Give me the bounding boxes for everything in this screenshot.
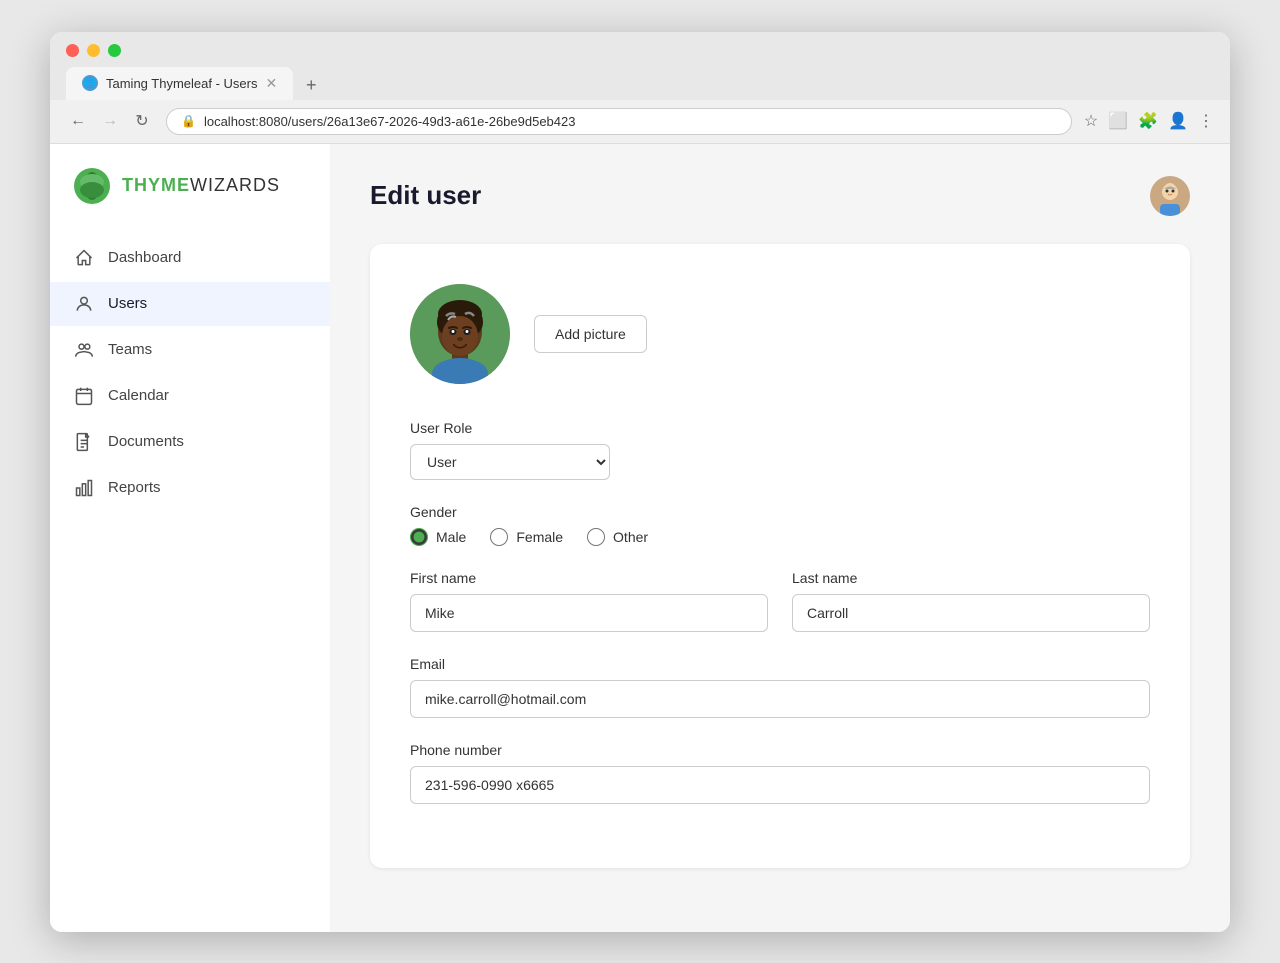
gender-label: Gender: [410, 504, 1150, 520]
new-tab-button[interactable]: +: [297, 72, 325, 100]
tab-favicon: 🌐: [82, 75, 98, 91]
user-avatar: [410, 284, 510, 384]
gender-other-label[interactable]: Other: [587, 528, 648, 546]
cast-icon[interactable]: ⬜: [1108, 111, 1128, 131]
name-row: First name Last name: [410, 570, 1150, 632]
last-name-group: Last name: [792, 570, 1150, 632]
address-bar: ← → ↻ 🔒 localhost:8080/users/26a13e67-20…: [50, 100, 1230, 144]
email-input[interactable]: [410, 680, 1150, 718]
logo-icon: [74, 168, 110, 204]
active-tab[interactable]: 🌐 Taming Thymeleaf - Users ✕: [66, 67, 293, 100]
browser-actions: ☆ ⬜ 🧩 👤 ⋮: [1084, 111, 1214, 131]
minimize-button[interactable]: [87, 44, 100, 57]
calendar-icon: [74, 386, 94, 406]
gender-other-radio[interactable]: [587, 528, 605, 546]
header-user-avatar[interactable]: [1150, 176, 1190, 216]
url-bar[interactable]: 🔒 localhost:8080/users/26a13e67-2026-49d…: [166, 108, 1072, 135]
sidebar-item-dashboard[interactable]: Dashboard: [50, 236, 330, 280]
gender-female-text: Female: [516, 529, 563, 545]
tab-bar: 🌐 Taming Thymeleaf - Users ✕ +: [66, 67, 1214, 100]
sidebar-item-calendar[interactable]: Calendar: [50, 374, 330, 418]
nav-buttons: ← → ↻: [66, 111, 154, 131]
logo-area: THYME WIZARDS: [50, 168, 330, 236]
add-picture-button[interactable]: Add picture: [534, 315, 647, 353]
gender-female-radio[interactable]: [490, 528, 508, 546]
gender-group: Gender Male Female Other: [410, 504, 1150, 546]
phone-group: Phone number: [410, 742, 1150, 804]
logo-text: THYME WIZARDS: [122, 175, 280, 196]
user-role-label: User Role: [410, 420, 1150, 436]
traffic-lights: [66, 44, 1214, 57]
gender-other-text: Other: [613, 529, 648, 545]
menu-icon[interactable]: ⋮: [1198, 111, 1214, 131]
email-label: Email: [410, 656, 1150, 672]
first-name-label: First name: [410, 570, 768, 586]
gender-male-text: Male: [436, 529, 466, 545]
close-button[interactable]: [66, 44, 79, 57]
main-content: Edit user: [330, 144, 1230, 932]
sidebar-label-calendar: Calendar: [108, 387, 169, 404]
gender-male-label[interactable]: Male: [410, 528, 466, 546]
forward-button[interactable]: →: [98, 112, 122, 130]
person-icon: [74, 294, 94, 314]
sidebar-item-reports[interactable]: Reports: [50, 466, 330, 510]
file-icon: [74, 432, 94, 452]
email-group: Email: [410, 656, 1150, 718]
user-role-group: User Role User Admin Manager: [410, 420, 1150, 480]
people-icon: [74, 340, 94, 360]
tab-close-icon[interactable]: ✕: [265, 75, 277, 92]
gender-female-label[interactable]: Female: [490, 528, 563, 546]
app-container: THYME WIZARDS Dashboard: [50, 144, 1230, 932]
url-text: localhost:8080/users/26a13e67-2026-49d3-…: [204, 114, 576, 129]
sidebar-item-documents[interactable]: Documents: [50, 420, 330, 464]
user-role-select[interactable]: User Admin Manager: [410, 444, 610, 480]
house-icon: [74, 248, 94, 268]
page-title: Edit user: [370, 180, 481, 211]
sidebar-item-users[interactable]: Users: [50, 282, 330, 326]
bookmark-icon[interactable]: ☆: [1084, 111, 1098, 131]
sidebar-item-teams[interactable]: Teams: [50, 328, 330, 372]
sidebar-label-reports: Reports: [108, 479, 161, 496]
title-bar: 🌐 Taming Thymeleaf - Users ✕ +: [50, 32, 1230, 100]
last-name-label: Last name: [792, 570, 1150, 586]
sidebar-label-users: Users: [108, 295, 147, 312]
logo-wizards: WIZARDS: [190, 175, 280, 196]
sidebar-label-teams: Teams: [108, 341, 152, 358]
gender-options: Male Female Other: [410, 528, 1150, 546]
avatar-section: Add picture: [410, 284, 1150, 384]
phone-input[interactable]: [410, 766, 1150, 804]
sidebar: THYME WIZARDS Dashboard: [50, 144, 330, 932]
reload-button[interactable]: ↻: [130, 111, 154, 131]
sidebar-label-dashboard: Dashboard: [108, 249, 181, 266]
browser-window: 🌐 Taming Thymeleaf - Users ✕ + ← → ↻ 🔒 l…: [50, 32, 1230, 932]
extensions-icon[interactable]: 🧩: [1138, 111, 1158, 131]
profile-icon[interactable]: 👤: [1168, 111, 1188, 131]
bar-chart-icon: [74, 478, 94, 498]
edit-user-form: Add picture User Role User Admin Manager…: [370, 244, 1190, 868]
gender-male-radio[interactable]: [410, 528, 428, 546]
sidebar-label-documents: Documents: [108, 433, 184, 450]
first-name-group: First name: [410, 570, 768, 632]
tab-title: Taming Thymeleaf - Users: [106, 76, 257, 91]
back-button[interactable]: ←: [66, 112, 90, 130]
nav-list: Dashboard Users: [50, 236, 330, 510]
maximize-button[interactable]: [108, 44, 121, 57]
phone-label: Phone number: [410, 742, 1150, 758]
first-name-input[interactable]: [410, 594, 768, 632]
lock-icon: 🔒: [181, 114, 196, 128]
logo-thyme: THYME: [122, 175, 190, 196]
last-name-input[interactable]: [792, 594, 1150, 632]
page-header: Edit user: [370, 176, 1190, 216]
